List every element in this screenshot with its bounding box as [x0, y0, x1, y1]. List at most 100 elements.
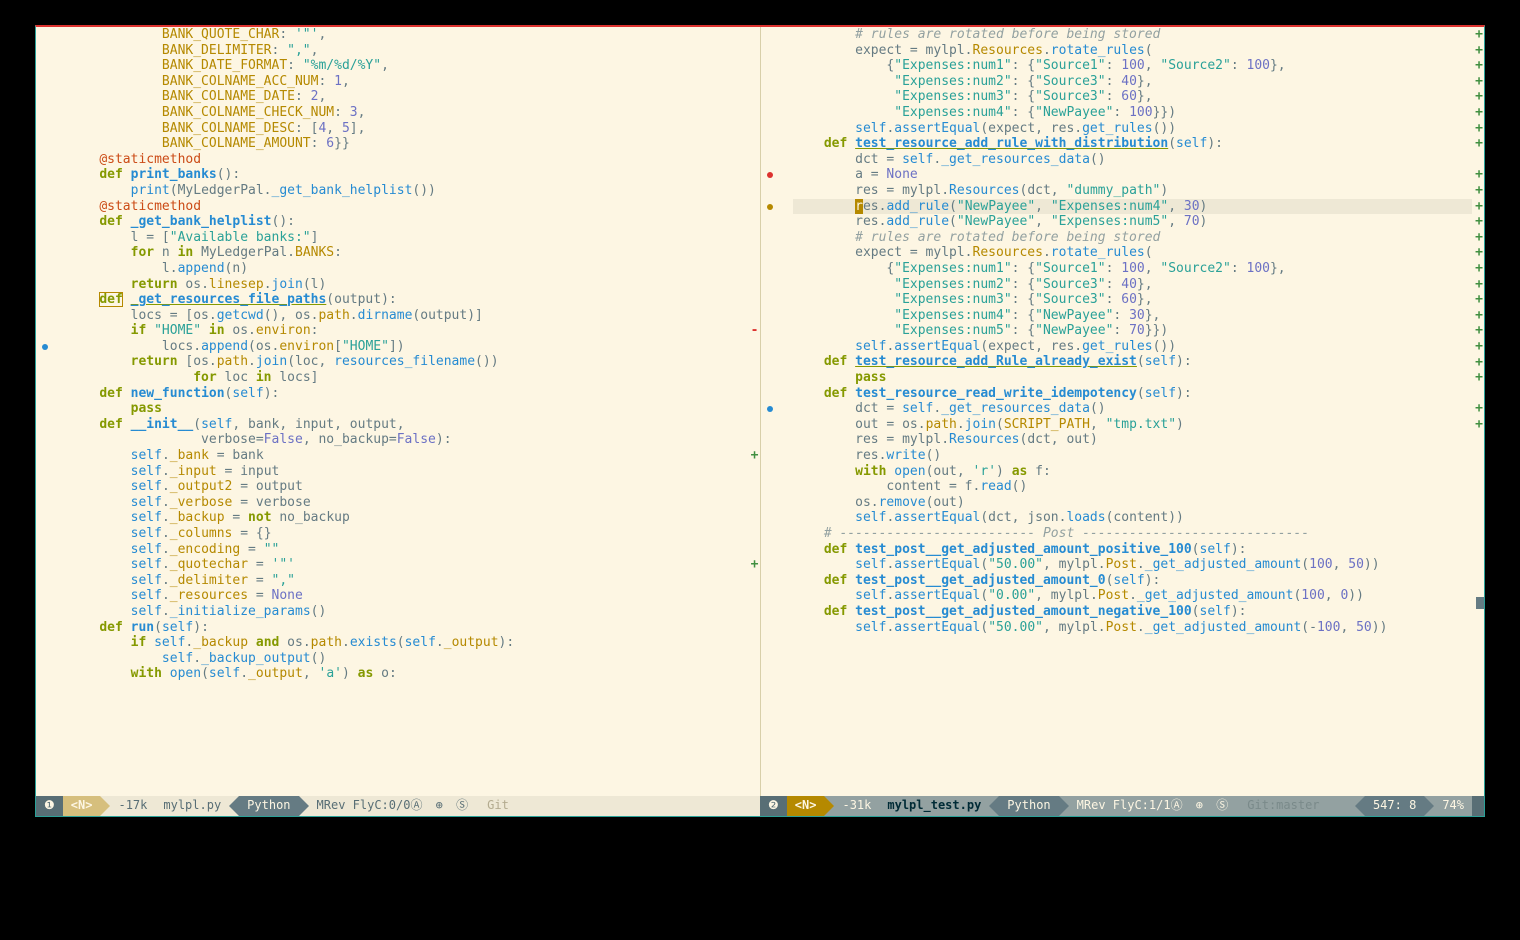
code-line[interactable]: self.assertEqual(expect, res.get_rules()… — [793, 121, 1473, 137]
scrollbar[interactable] — [1474, 27, 1484, 796]
code-line[interactable]: self._input = input — [68, 464, 748, 480]
code-line[interactable]: def test_post__get_adjusted_amount_0(sel… — [793, 573, 1473, 589]
code-line[interactable]: {"Expenses:num1": {"Source1": 100, "Sour… — [793, 58, 1473, 74]
code-line[interactable]: expect = mylpl.Resources.rotate_rules( — [793, 43, 1473, 59]
code-line[interactable]: "Expenses:num2": {"Source3": 40}, — [793, 277, 1473, 293]
code-line[interactable]: a = None — [793, 167, 1473, 183]
code-line[interactable]: res.add_rule("NewPayee", "Expenses:num5"… — [793, 214, 1473, 230]
code-line[interactable]: self._quotechar = '"' — [68, 557, 748, 573]
code-line[interactable]: # rules are rotated before being stored — [793, 230, 1473, 246]
code-line[interactable]: content = f.read() — [793, 479, 1473, 495]
code-line[interactable]: @staticmethod — [68, 199, 748, 215]
code-line[interactable]: self.assertEqual("0.00", mylpl.Post._get… — [793, 588, 1473, 604]
code-line[interactable]: BANK_QUOTE_CHAR: '"', — [68, 27, 748, 43]
code-line[interactable]: self._backup_output() — [68, 651, 748, 667]
code-line[interactable]: # ------------------------- Post -------… — [793, 526, 1473, 542]
window-number-indicator: ❶ — [36, 796, 63, 816]
code-line[interactable]: BANK_COLNAME_DESC: [4, 5], — [68, 121, 748, 137]
code-line[interactable]: BANK_COLNAME_AMOUNT: 6}} — [68, 136, 748, 152]
code-line[interactable]: BANK_DELIMITER: ",", — [68, 43, 748, 59]
right-code-area[interactable]: # rules are rotated before being stored … — [793, 27, 1473, 796]
scrollbar-thumb[interactable] — [1476, 597, 1484, 609]
buffer-name[interactable]: mylpl.py — [155, 796, 229, 816]
code-line[interactable]: pass — [68, 401, 748, 417]
code-line[interactable]: {"Expenses:num1": {"Source1": 100, "Sour… — [793, 261, 1473, 277]
gutter-blue-dot-icon — [767, 406, 773, 412]
code-line[interactable]: "Expenses:num4": {"NewPayee": 100}}) — [793, 105, 1473, 121]
code-line[interactable]: if self._backup and os.path.exists(self.… — [68, 635, 748, 651]
code-line[interactable]: res = mylpl.Resources(dct, "dummy_path") — [793, 183, 1473, 199]
code-line[interactable]: locs = [os.getcwd(), os.path.dirname(out… — [68, 308, 748, 324]
code-line[interactable]: return os.linesep.join(l) — [68, 277, 748, 293]
code-line[interactable]: def test_post__get_adjusted_amount_negat… — [793, 604, 1473, 620]
code-line[interactable]: self.assertEqual("50.00", mylpl.Post._ge… — [793, 620, 1473, 636]
code-line[interactable]: self._bank = bank — [68, 448, 748, 464]
code-line[interactable]: # rules are rotated before being stored — [793, 27, 1473, 43]
code-line[interactable]: def test_resource_add_Rule_already_exist… — [793, 354, 1473, 370]
left-modeline[interactable]: ❶ <N> - 17k mylpl.py Python MRev FlyC:0/… — [36, 796, 760, 816]
code-line[interactable]: with open(self._output, 'a') as o: — [68, 666, 748, 682]
code-line[interactable]: self.assertEqual(expect, res.get_rules()… — [793, 339, 1473, 355]
code-line[interactable]: pass — [793, 370, 1473, 386]
code-line[interactable]: def new_function(self): — [68, 386, 748, 402]
code-line[interactable]: print(MyLedgerPal._get_bank_helplist()) — [68, 183, 748, 199]
code-line[interactable]: for n in MyLedgerPal.BANKS: — [68, 245, 748, 261]
code-line[interactable]: l = ["Available banks:"] — [68, 230, 748, 246]
code-line[interactable]: dct = self._get_resources_data() — [793, 152, 1473, 168]
code-line[interactable]: self._verbose = verbose — [68, 495, 748, 511]
code-line[interactable]: res.add_rule("NewPayee", "Expenses:num4"… — [793, 199, 1473, 215]
code-line[interactable]: "Expenses:num4": {"NewPayee": 30}, — [793, 308, 1473, 324]
code-line[interactable]: BANK_COLNAME_CHECK_NUM: 3, — [68, 105, 748, 121]
separator-icon — [229, 796, 239, 816]
code-line[interactable]: self._resources = None — [68, 588, 748, 604]
code-line[interactable]: return [os.path.join(loc, resources_file… — [68, 354, 748, 370]
code-line[interactable]: self.assertEqual("50.00", mylpl.Post._ge… — [793, 557, 1473, 573]
code-line[interactable]: "Expenses:num3": {"Source3": 60}, — [793, 89, 1473, 105]
code-line[interactable]: BANK_COLNAME_DATE: 2, — [68, 89, 748, 105]
code-line[interactable]: def _get_resources_file_paths(output): — [68, 292, 748, 308]
code-line[interactable]: BANK_DATE_FORMAT: "%m/%d/%Y", — [68, 58, 748, 74]
code-line[interactable]: self._encoding = "" — [68, 542, 748, 558]
code-line[interactable]: "Expenses:num3": {"Source3": 60}, — [793, 292, 1473, 308]
code-line[interactable]: def test_resource_read_write_idempotency… — [793, 386, 1473, 402]
code-line[interactable]: res = mylpl.Resources(dct, out) — [793, 432, 1473, 448]
buffer-name[interactable]: mylpl_test.py — [879, 796, 989, 816]
major-mode[interactable]: Python — [239, 796, 298, 816]
code-line[interactable]: expect = mylpl.Resources.rotate_rules( — [793, 245, 1473, 261]
code-line[interactable]: self._delimiter = "," — [68, 573, 748, 589]
code-line[interactable]: def print_banks(): — [68, 167, 748, 183]
minor-modes[interactable]: MRev FlyC:0/0 Ⓐ ⊕ Ⓢ — [309, 796, 480, 816]
code-line[interactable]: def test_post__get_adjusted_amount_posit… — [793, 542, 1473, 558]
minor-modes[interactable]: MRev FlyC:1/1 Ⓐ ⊕ Ⓢ — [1069, 796, 1240, 816]
code-line[interactable]: def run(self): — [68, 620, 748, 636]
code-line[interactable]: os.remove(out) — [793, 495, 1473, 511]
code-line[interactable]: if "HOME" in os.environ: — [68, 323, 748, 339]
code-line[interactable]: res.write() — [793, 448, 1473, 464]
code-line[interactable]: "Expenses:num5": {"NewPayee": 70}}) — [793, 323, 1473, 339]
code-line[interactable]: self.assertEqual(dct, json.loads(content… — [793, 510, 1473, 526]
right-modeline[interactable]: ❷ <N> - 31k mylpl_test.py Python MRev Fl… — [760, 796, 1484, 816]
code-line[interactable]: BANK_COLNAME_ACC_NUM: 1, — [68, 74, 748, 90]
code-line[interactable]: with open(out, 'r') as f: — [793, 464, 1473, 480]
code-line[interactable]: def _get_bank_helplist(): — [68, 214, 748, 230]
code-line[interactable]: verbose=False, no_backup=False): — [68, 432, 748, 448]
code-line[interactable]: locs.append(os.environ["HOME"]) — [68, 339, 748, 355]
left-pane[interactable]: BANK_QUOTE_CHAR: '"', BANK_DELIMITER: ",… — [36, 27, 761, 796]
code-line[interactable]: @staticmethod — [68, 152, 748, 168]
code-line[interactable]: self._output2 = output — [68, 479, 748, 495]
major-mode[interactable]: Python — [999, 796, 1058, 816]
code-line[interactable]: self._columns = {} — [68, 526, 748, 542]
left-code-area[interactable]: BANK_QUOTE_CHAR: '"', BANK_DELIMITER: ",… — [68, 27, 748, 796]
separator-icon — [824, 796, 834, 816]
code-line[interactable]: self._initialize_params() — [68, 604, 748, 620]
code-line[interactable]: def __init__(self, bank, input, output, — [68, 417, 748, 433]
code-line[interactable]: out = os.path.join(SCRIPT_PATH, "tmp.txt… — [793, 417, 1473, 433]
code-line[interactable]: def test_resource_add_rule_with_distribu… — [793, 136, 1473, 152]
code-line[interactable]: "Expenses:num2": {"Source3": 40}, — [793, 74, 1473, 90]
code-line[interactable]: l.append(n) — [68, 261, 748, 277]
code-line[interactable]: for loc in locs] — [68, 370, 748, 386]
right-pane[interactable]: # rules are rotated before being stored … — [761, 27, 1485, 796]
editor-frame: BANK_QUOTE_CHAR: '"', BANK_DELIMITER: ",… — [35, 25, 1485, 817]
code-line[interactable]: self._backup = not no_backup — [68, 510, 748, 526]
code-line[interactable]: dct = self._get_resources_data() — [793, 401, 1473, 417]
